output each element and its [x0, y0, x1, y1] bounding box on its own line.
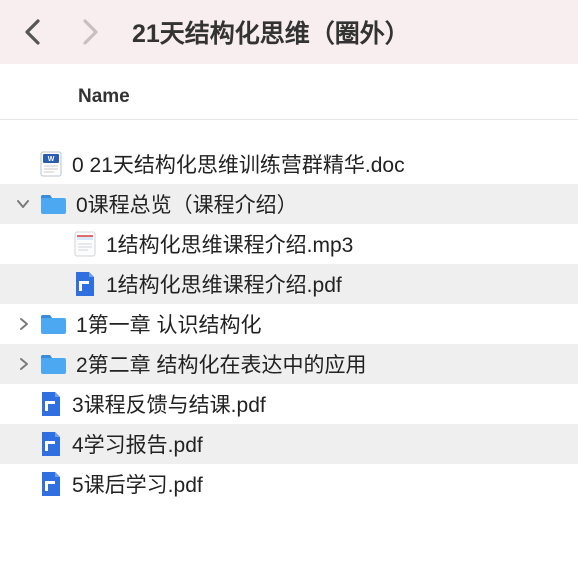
pdf-icon [40, 471, 62, 497]
item-name: 4学习报告.pdf [62, 429, 203, 459]
pdf-icon [74, 271, 96, 297]
icon-cell [34, 314, 66, 334]
item-name: 1第一章 认识结构化 [66, 309, 262, 339]
chevron-right-icon [18, 317, 30, 331]
icon-cell [34, 471, 62, 497]
window-title: 21天结构化思维（圈外） [132, 14, 410, 50]
file-row[interactable]: 1结构化思维课程介绍.mp3 [0, 224, 578, 264]
doc-icon [40, 151, 62, 177]
chevron-left-icon [24, 19, 41, 45]
pdf-icon [40, 431, 62, 457]
folder-icon [40, 354, 66, 374]
file-row[interactable]: 0 21天结构化思维训练营群精华.doc [0, 144, 578, 184]
item-name: 2第二章 结构化在表达中的应用 [66, 349, 367, 379]
icon-cell [34, 391, 62, 417]
item-name: 0课程总览（课程介绍） [66, 189, 298, 219]
icon-cell [34, 151, 62, 177]
file-row[interactable]: 5课后学习.pdf [0, 464, 578, 504]
item-name: 1结构化思维课程介绍.mp3 [96, 229, 353, 259]
item-name: 5课后学习.pdf [62, 469, 203, 499]
icon-cell [34, 271, 96, 297]
back-button[interactable] [12, 12, 52, 52]
item-name: 0 21天结构化思维训练营群精华.doc [62, 149, 405, 179]
folder-row[interactable]: 1第一章 认识结构化 [0, 304, 578, 344]
file-row[interactable]: 3课程反馈与结课.pdf [0, 384, 578, 424]
forward-button[interactable] [70, 12, 110, 52]
spacer [0, 120, 578, 144]
mp3-icon [74, 231, 96, 257]
folder-icon [40, 194, 66, 214]
chevron-down-icon [16, 198, 30, 210]
column-header-name[interactable]: Name [78, 86, 130, 108]
titlebar: 21天结构化思维（圈外） [0, 0, 578, 64]
icon-cell [34, 431, 62, 457]
finder-window: 21天结构化思维（圈外） Name 0 21天结构化思维训练营群精华.doc 0课… [0, 0, 578, 566]
column-header-row: Name [0, 74, 578, 120]
file-row[interactable]: 4学习报告.pdf [0, 424, 578, 464]
item-name: 3课程反馈与结课.pdf [62, 389, 266, 419]
disclosure-cell[interactable] [0, 198, 34, 210]
folder-icon [40, 314, 66, 334]
icon-cell [34, 354, 66, 374]
disclosure-cell[interactable] [0, 357, 34, 371]
disclosure-cell[interactable] [0, 317, 34, 331]
chevron-right-icon [82, 19, 99, 45]
chevron-right-icon [18, 357, 30, 371]
folder-row[interactable]: 2第二章 结构化在表达中的应用 [0, 344, 578, 384]
item-name: 1结构化思维课程介绍.pdf [96, 269, 342, 299]
folder-row[interactable]: 0课程总览（课程介绍） [0, 184, 578, 224]
pdf-icon [40, 391, 62, 417]
icon-cell [34, 231, 96, 257]
file-tree: 0 21天结构化思维训练营群精华.doc 0课程总览（课程介绍） 1结构化思维课程介… [0, 144, 578, 504]
icon-cell [34, 194, 66, 214]
file-row[interactable]: 1结构化思维课程介绍.pdf [0, 264, 578, 304]
